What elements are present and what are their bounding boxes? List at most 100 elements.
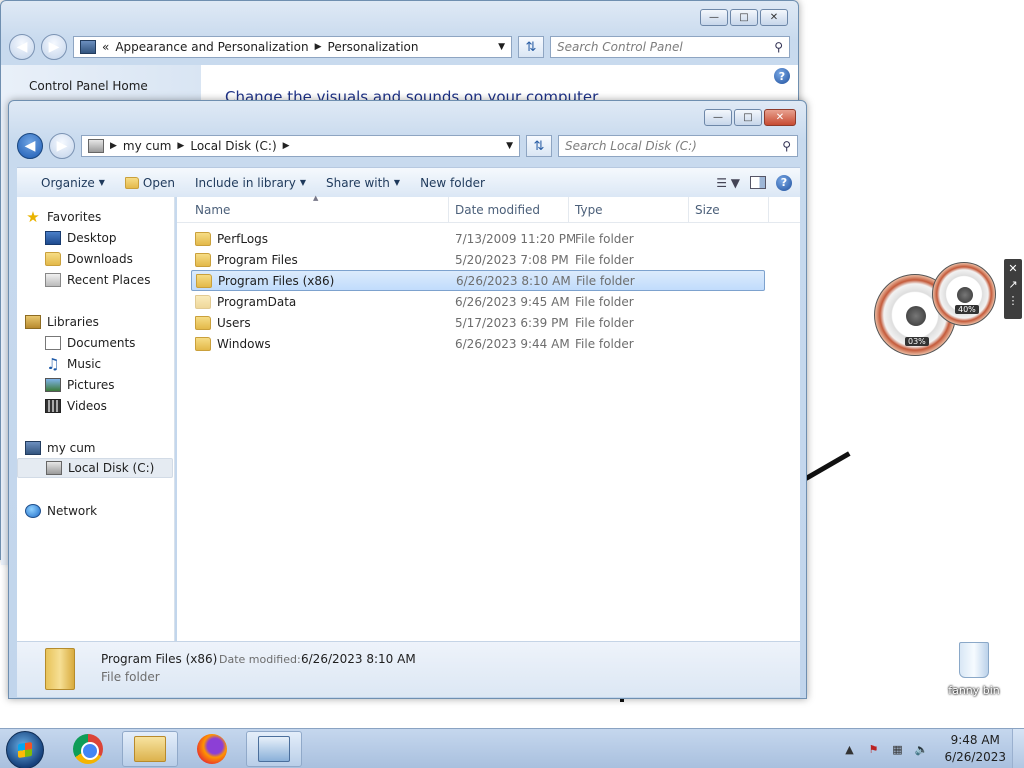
memory-percent: 40% (955, 305, 979, 314)
chevron-down-icon[interactable]: ▼ (506, 141, 513, 151)
cpu-meter-gadget[interactable]: 03% 40% (874, 262, 1004, 356)
explorer-address-bar[interactable]: ▶ my cum ▶ Local Disk (C:) ▶ ▼ (81, 135, 520, 157)
explorer-address-row: ◀ ▶ ▶ my cum ▶ Local Disk (C:) ▶ ▼ ⇅ Sea… (17, 133, 798, 159)
drag-handle-icon[interactable]: ⋮ (1008, 294, 1019, 307)
nav-item-videos[interactable]: Videos (45, 396, 107, 416)
overflow-chevron-icon: « (102, 40, 110, 54)
cp-search-placeholder: Search Control Panel (557, 40, 683, 54)
chevron-down-icon: ▼ (393, 178, 401, 187)
details-pane: Program Files (x86) Date modified: 6/26/… (17, 641, 800, 697)
nav-item-label: Recent Places (67, 273, 151, 287)
nav-item-label: Documents (67, 336, 136, 350)
file-date: 6/26/2023 8:10 AM (456, 273, 571, 288)
breadcrumb-arrow-icon[interactable]: ▶ (283, 141, 290, 151)
breadcrumb-arrow-icon[interactable]: ▶ (110, 141, 117, 151)
taskbar-firefox[interactable] (184, 731, 240, 767)
help-icon[interactable]: ? (774, 68, 790, 84)
taskbar-explorer[interactable] (122, 731, 178, 767)
chevron-up-icon[interactable]: ▲ (842, 742, 856, 756)
network-status-icon[interactable]: ▦ (890, 742, 904, 756)
cp-breadcrumb-1[interactable]: Personalization (328, 40, 419, 54)
table-row[interactable]: Program Files 5/20/2023 7:08 PM File fol… (191, 249, 765, 270)
column-size[interactable]: Size (689, 197, 769, 223)
close-icon[interactable]: ✕ (1008, 262, 1017, 275)
folder-icon (195, 252, 211, 267)
search-icon[interactable]: ⚲ (774, 40, 783, 54)
forward-button[interactable]: ▶ (49, 133, 75, 159)
file-name: Users (217, 315, 251, 330)
column-date-modified[interactable]: Date modified (449, 197, 569, 223)
cp-refresh-button[interactable]: ⇅ (518, 36, 544, 58)
cp-search-input[interactable]: Search Control Panel ⚲ (550, 36, 790, 58)
resize-icon[interactable]: ↗ (1008, 278, 1017, 291)
action-center-icon[interactable]: ⚑ (866, 742, 880, 756)
file-type: File folder (575, 315, 634, 330)
column-name-label: Name (195, 203, 231, 217)
breadcrumb-computer[interactable]: my cum (123, 139, 172, 153)
file-type: File folder (576, 273, 635, 288)
taskbar-chrome[interactable] (60, 731, 116, 767)
breadcrumb-drive[interactable]: Local Disk (C:) (190, 139, 276, 153)
table-row[interactable]: PerfLogs 7/13/2009 11:20 PM File folder (191, 228, 765, 249)
nav-item-music[interactable]: ♫ Music (45, 354, 101, 374)
breadcrumb-arrow-icon[interactable]: ▶ (315, 42, 322, 52)
refresh-button[interactable]: ⇅ (526, 135, 552, 157)
volume-muted-icon[interactable]: 🔈 (914, 742, 929, 756)
nav-favorites[interactable]: ★ Favorites (25, 207, 101, 227)
desktop-dot (620, 699, 624, 702)
cp-address-bar[interactable]: « Appearance and Personalization ▶ Perso… (73, 36, 512, 58)
column-name[interactable]: Name ▲ (177, 194, 449, 223)
file-date: 7/13/2009 11:20 PM (455, 231, 575, 246)
start-button[interactable] (6, 731, 44, 768)
table-row[interactable]: ProgramData 6/26/2023 9:45 AM File folde… (191, 291, 765, 312)
table-row[interactable]: Windows 6/26/2023 9:44 AM File folder (191, 333, 765, 354)
nav-libraries[interactable]: Libraries (25, 312, 99, 332)
preview-pane-icon[interactable] (750, 176, 766, 189)
cp-close-button[interactable]: ✕ (760, 9, 788, 26)
table-row[interactable]: Users 5/17/2023 6:39 PM File folder (191, 312, 765, 333)
desktop-icon (45, 231, 61, 245)
nav-network[interactable]: Network (25, 501, 97, 521)
folder-icon (196, 273, 212, 288)
nav-item-recent-places[interactable]: Recent Places (45, 270, 150, 290)
breadcrumb-arrow-icon[interactable]: ▶ (177, 141, 184, 151)
table-row-selected[interactable]: Program Files (x86) 6/26/2023 8:10 AM Fi… (191, 270, 765, 291)
open-button[interactable]: Open (117, 171, 183, 195)
cp-maximize-button[interactable]: □ (730, 9, 758, 26)
file-name: PerfLogs (217, 231, 269, 246)
back-button[interactable]: ◀ (17, 133, 43, 159)
cp-forward-button[interactable]: ▶ (41, 34, 67, 60)
clock[interactable]: 9:48 AM 6/26/2023 (938, 732, 1006, 766)
maximize-button[interactable]: □ (734, 109, 762, 126)
nav-item-documents[interactable]: Documents (45, 333, 135, 353)
search-icon[interactable]: ⚲ (782, 139, 791, 153)
nav-item-desktop[interactable]: Desktop (45, 228, 117, 248)
cp-breadcrumb-0[interactable]: Appearance and Personalization (115, 40, 308, 54)
nav-item-local-disk[interactable]: Local Disk (C:) (17, 458, 173, 478)
cp-minimize-button[interactable]: — (700, 9, 728, 26)
minimize-button[interactable]: — (704, 109, 732, 126)
taskbar-control-panel[interactable] (246, 731, 302, 767)
folder-icon (195, 315, 211, 330)
folder-open-icon (124, 176, 139, 189)
explorer-search-input[interactable]: Search Local Disk (C:) ⚲ (558, 135, 798, 157)
organize-button[interactable]: Organize ▼ (33, 171, 113, 195)
view-options-icon[interactable]: ☰ ▼ (716, 176, 740, 190)
share-with-button[interactable]: Share with ▼ (318, 171, 408, 195)
folder-icon (195, 336, 211, 351)
nav-item-downloads[interactable]: Downloads (45, 249, 133, 269)
new-folder-button[interactable]: New folder (412, 171, 493, 195)
close-button[interactable]: ✕ (764, 109, 796, 126)
clock-date: 6/26/2023 (944, 750, 1006, 764)
nav-item-pictures[interactable]: Pictures (45, 375, 115, 395)
cp-back-button[interactable]: ◀ (9, 34, 35, 60)
include-in-library-button[interactable]: Include in library ▼ (187, 171, 314, 195)
cp-home-link[interactable]: Control Panel Home (29, 79, 148, 93)
recycle-bin[interactable]: fanny bin (946, 642, 1002, 697)
nav-computer[interactable]: my cum (25, 438, 96, 458)
organize-label: Organize (41, 175, 95, 190)
chevron-down-icon[interactable]: ▼ (498, 42, 505, 52)
show-desktop-button[interactable] (1012, 729, 1024, 768)
column-type[interactable]: Type (569, 197, 689, 223)
help-icon[interactable]: ? (776, 174, 792, 191)
